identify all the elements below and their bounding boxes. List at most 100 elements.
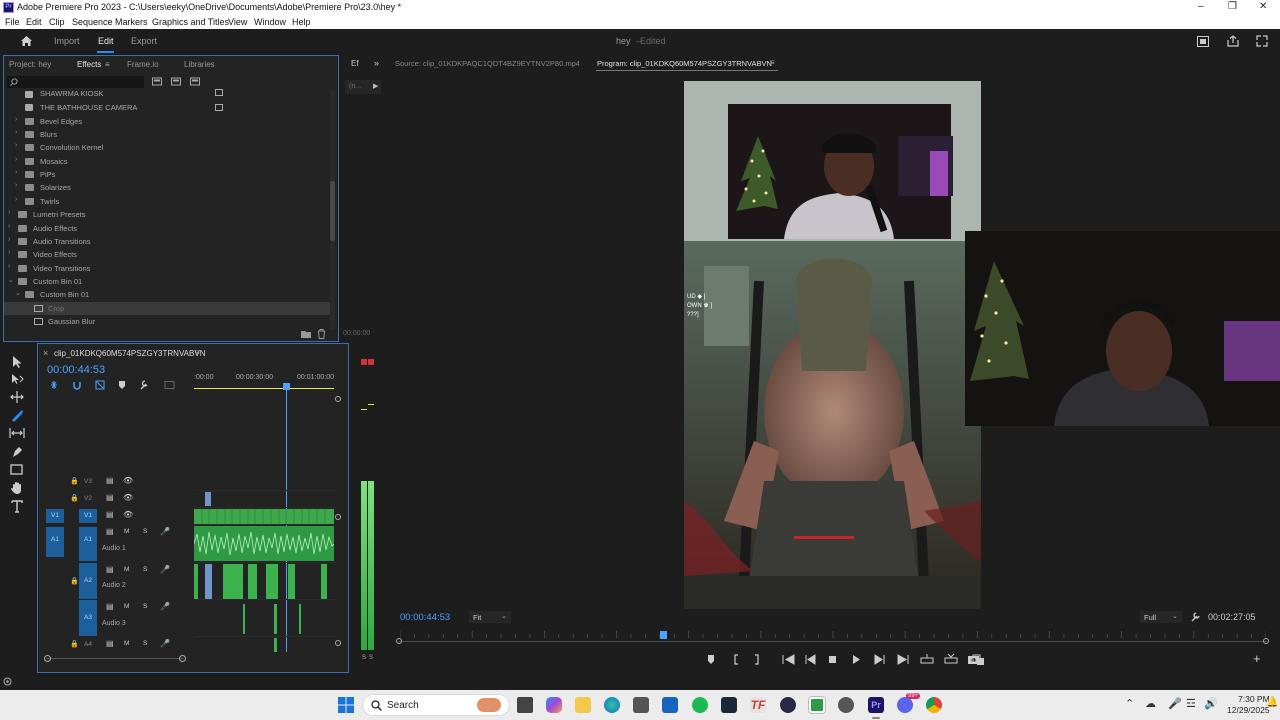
go-to-out-icon[interactable] [897, 654, 909, 665]
step-back-icon[interactable] [805, 654, 816, 665]
ripple-edit-tool-icon[interactable] [10, 391, 24, 403]
chrome-icon[interactable] [926, 697, 942, 713]
clip-a3[interactable] [243, 604, 301, 634]
microphone-tray-icon[interactable]: 🎤 [1168, 697, 1182, 710]
solo-button[interactable]: S [143, 566, 147, 573]
list-item[interactable]: ⌄ Custom Bin 01 [4, 275, 330, 288]
microphone-icon[interactable]: 🎤 [160, 602, 170, 611]
playhead-handle[interactable] [283, 383, 290, 390]
program-monitor-tab[interactable]: Program: clip_01KDKQ60M574PSZGY3TRNVABVN [597, 59, 772, 68]
tab-export[interactable]: Export [131, 36, 157, 46]
new-bin-icon[interactable] [301, 330, 311, 338]
share-icon[interactable] [1227, 35, 1239, 47]
mark-out-icon[interactable] [755, 654, 759, 665]
tab-import[interactable]: Import [54, 36, 80, 46]
linked-selection-icon[interactable] [95, 380, 105, 390]
lock-icon[interactable]: 🔒 [70, 577, 79, 585]
clock-time[interactable]: 7:30 PM [1238, 694, 1270, 704]
list-item-selected[interactable]: Crop [4, 302, 330, 315]
go-to-in-icon[interactable] [782, 654, 795, 665]
stop-icon[interactable] [829, 656, 836, 663]
menu-sequence[interactable]: Sequence [72, 17, 113, 27]
lift-icon[interactable] [920, 654, 934, 664]
microphone-icon[interactable]: 🎤 [160, 565, 170, 574]
snap-icon[interactable] [73, 382, 81, 390]
menu-edit[interactable]: Edit [26, 17, 42, 27]
razor-tool-icon[interactable] [10, 409, 24, 422]
tab-project[interactable]: Project: hey [9, 60, 51, 69]
tab-edit[interactable]: Edit [98, 36, 114, 46]
track-select-tool-icon[interactable] [10, 373, 24, 385]
app-active-green-icon[interactable] [809, 697, 825, 713]
clip-a1[interactable] [194, 526, 335, 561]
sync-lock-icon[interactable]: ▤ [106, 565, 114, 574]
tab-frameio[interactable]: Frame.io [127, 60, 159, 69]
menu-file[interactable]: File [5, 17, 20, 27]
list-item[interactable]: › Mosaics [4, 155, 330, 168]
taskbar-search-box[interactable]: Search [362, 694, 510, 716]
program-timecode[interactable]: 00:00:44:53 [400, 612, 450, 623]
clip-indicator-left[interactable] [361, 359, 367, 365]
discord-icon[interactable] [897, 697, 913, 713]
clip-indicator-right[interactable] [368, 359, 374, 365]
lock-icon[interactable]: 🔒 [70, 494, 79, 502]
timeline-timecode[interactable]: 00:00:44:53 [47, 364, 105, 376]
sync-lock-icon[interactable]: ▤ [106, 527, 114, 536]
step-forward-icon[interactable] [874, 654, 885, 665]
sync-lock-icon[interactable]: ▤ [106, 602, 114, 611]
list-item[interactable]: SHAWRMA KIOSK [4, 88, 330, 101]
list-item[interactable]: › Video Transitions [4, 262, 330, 275]
list-item[interactable]: › Convolution Kernel [4, 141, 330, 154]
list-item[interactable]: › Blurs [4, 128, 330, 141]
maximize-icon[interactable]: ❐ [1228, 1, 1237, 12]
accelerated-effects-icon[interactable] [152, 76, 162, 86]
edge-icon[interactable] [604, 697, 620, 713]
panel-menu-icon[interactable]: ≡ [105, 60, 110, 69]
selection-tool-icon[interactable] [11, 355, 23, 369]
clip-v1[interactable] [194, 509, 334, 524]
list-item[interactable]: ⌄ Custom Bin 01 [4, 288, 330, 301]
32bit-effects-icon[interactable] [171, 76, 181, 86]
menu-graphics-titles[interactable]: Graphics and Titles [152, 17, 229, 27]
menu-markers[interactable]: Markers [115, 17, 148, 27]
timeline-settings-icon[interactable] [140, 380, 148, 390]
list-item[interactable]: Gaussian Blur [4, 315, 330, 328]
fullscreen-icon[interactable] [1256, 35, 1268, 47]
list-item[interactable]: › Video Effects [4, 248, 330, 261]
app-tf-icon[interactable]: TF [750, 697, 766, 713]
track-target-a1[interactable]: A1 [79, 527, 97, 561]
clip-a4[interactable] [274, 638, 277, 652]
network-icon[interactable]: ☲ [1186, 697, 1196, 710]
menu-help[interactable]: Help [292, 17, 311, 27]
spotify-icon[interactable] [692, 697, 708, 713]
file-explorer-icon[interactable] [575, 697, 591, 713]
windows-start-icon[interactable] [338, 697, 354, 713]
program-menu-icon[interactable]: ≡ [770, 58, 775, 67]
source-monitor-tab[interactable]: Source: clip_01KDKPAQC1QDT4BZ9EYTNV2P80.… [395, 59, 580, 68]
notifications-bell-icon[interactable]: 🔔 [1266, 697, 1278, 708]
vscroll-handle[interactable] [335, 514, 341, 520]
eye-icon[interactable]: 👁 [123, 510, 133, 519]
clock-date[interactable]: 12/29/2025 [1227, 705, 1270, 715]
yuv-effects-icon[interactable] [190, 76, 200, 86]
solo-button[interactable]: S [143, 640, 147, 647]
steam-icon[interactable] [721, 697, 737, 713]
solo-left-button[interactable]: S [362, 655, 366, 661]
insert-nest-icon[interactable] [51, 381, 57, 389]
effects-search-input[interactable] [7, 76, 144, 88]
source-patch-v1[interactable]: V1 [46, 509, 64, 523]
captions-icon[interactable] [164, 381, 175, 389]
rectangle-tool-icon[interactable] [10, 464, 23, 475]
track-target-a2[interactable]: A2 [79, 563, 97, 599]
mute-button[interactable]: M [124, 528, 129, 535]
add-marker-icon[interactable] [119, 381, 125, 389]
slip-tool-icon[interactable] [9, 427, 25, 439]
eye-icon[interactable]: 👁 [123, 476, 133, 485]
zoom-level-select[interactable]: Fit ⌄ [469, 611, 511, 623]
task-view-icon[interactable] [517, 697, 533, 713]
minimize-icon[interactable]: – [1198, 1, 1204, 12]
volume-icon[interactable]: 🔊 [1204, 697, 1218, 710]
onedrive-cloud-icon[interactable]: ☁ [1145, 697, 1156, 710]
list-item[interactable]: › Twirls [4, 195, 330, 208]
close-icon[interactable]: ✕ [1259, 1, 1267, 12]
